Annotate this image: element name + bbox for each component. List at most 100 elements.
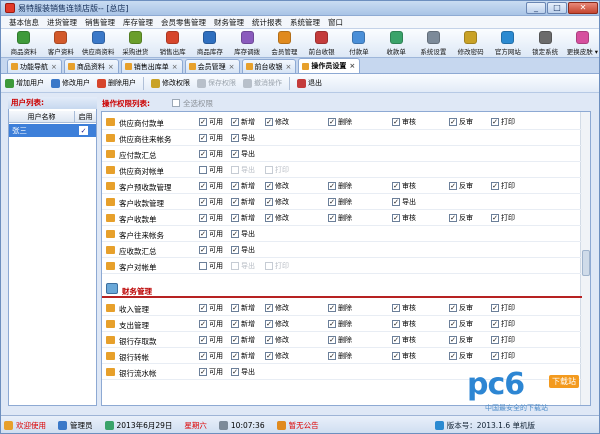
permission-checkbox[interactable]: ✓ 导出: [231, 149, 255, 159]
permission-checkbox[interactable]: ✓ 可用: [199, 335, 223, 345]
permission-checkbox[interactable]: 可用: [199, 165, 223, 175]
menu-item[interactable]: 统计报表: [248, 17, 286, 28]
permission-checkbox[interactable]: ✓ 审核: [392, 335, 416, 345]
permission-checkbox[interactable]: ✓ 打印: [491, 319, 515, 329]
permission-checkbox[interactable]: ✓ 打印: [491, 303, 515, 313]
permission-checkbox[interactable]: ✓ 反审: [449, 335, 473, 345]
permission-checkbox[interactable]: ✓ 删除: [328, 351, 352, 361]
menu-item[interactable]: 进货管理: [43, 17, 81, 28]
edit-user-button[interactable]: 修改用户: [51, 78, 90, 88]
save-permission-button[interactable]: 保存权限: [197, 78, 236, 88]
menu-item[interactable]: 销售管理: [81, 17, 119, 28]
permission-checkbox[interactable]: ✓ 删除: [328, 117, 352, 127]
permission-checkbox[interactable]: ✓ 导出: [231, 245, 255, 255]
permission-checkbox[interactable]: ✓ 审核: [392, 117, 416, 127]
tab[interactable]: 商品资料 ×: [63, 59, 119, 73]
tab[interactable]: 会员管理 ×: [184, 59, 240, 73]
permission-checkbox[interactable]: ✓ 修改: [265, 181, 289, 191]
permission-checkbox[interactable]: ✓ 修改: [265, 117, 289, 127]
permission-checkbox[interactable]: ✓ 可用: [199, 245, 223, 255]
tab-close-icon[interactable]: ×: [349, 62, 355, 70]
permission-checkbox[interactable]: ✓ 反审: [449, 351, 473, 361]
maximize-button[interactable]: □: [547, 2, 567, 14]
permission-checkbox[interactable]: 导出: [231, 261, 255, 271]
permission-checkbox[interactable]: ✓ 新增: [231, 117, 255, 127]
permission-checkbox[interactable]: ✓ 修改: [265, 335, 289, 345]
permission-checkbox[interactable]: ✓ 反审: [449, 303, 473, 313]
toolbar-button[interactable]: 系统设置: [415, 29, 452, 58]
permission-checkbox[interactable]: ✓ 反审: [449, 319, 473, 329]
minimize-button[interactable]: _: [526, 2, 546, 14]
menu-item[interactable]: 财务管理: [210, 17, 248, 28]
permission-checkbox[interactable]: ✓ 可用: [199, 319, 223, 329]
permission-checkbox[interactable]: 打印: [265, 165, 289, 175]
permission-checkbox[interactable]: ✓ 新增: [231, 213, 255, 223]
tab-close-icon[interactable]: ×: [51, 63, 57, 71]
tab-close-icon[interactable]: ×: [108, 63, 114, 71]
permission-checkbox[interactable]: ✓ 删除: [328, 197, 352, 207]
user-row[interactable]: 张三 ✓: [9, 124, 96, 137]
permission-checkbox[interactable]: ✓ 修改: [265, 213, 289, 223]
tab[interactable]: 功能导航 ×: [7, 59, 62, 73]
tab[interactable]: 前台收银 ×: [241, 59, 297, 73]
permission-checkbox[interactable]: ✓ 新增: [231, 303, 255, 313]
toolbar-button[interactable]: 库存调拨: [229, 29, 266, 58]
permission-checkbox[interactable]: 导出: [231, 165, 255, 175]
exit-button[interactable]: 退出: [297, 78, 322, 88]
permission-checkbox[interactable]: ✓ 新增: [231, 335, 255, 345]
permission-checkbox[interactable]: ✓ 反审: [449, 181, 473, 191]
permission-checkbox[interactable]: ✓ 反审: [449, 213, 473, 223]
toolbar-button[interactable]: 前台收银: [303, 29, 340, 58]
toolbar-button[interactable]: 收款单: [378, 29, 415, 58]
user-enabled-checkbox[interactable]: ✓: [79, 126, 88, 135]
permission-checkbox[interactable]: ✓ 可用: [199, 149, 223, 159]
toolbar-button[interactable]: 会员管理: [266, 29, 303, 58]
add-user-button[interactable]: 增加用户: [5, 78, 44, 88]
permission-checkbox[interactable]: ✓ 删除: [328, 181, 352, 191]
scrollbar-thumb[interactable]: [582, 250, 590, 276]
toolbar-button[interactable]: 销售出库: [154, 29, 191, 58]
permission-checkbox[interactable]: ✓ 打印: [491, 117, 515, 127]
permission-checkbox[interactable]: ✓ 导出: [231, 133, 255, 143]
edit-permission-button[interactable]: 修改权限: [151, 78, 190, 88]
toolbar-button[interactable]: 官方网站: [489, 29, 526, 58]
permission-checkbox[interactable]: ✓ 可用: [199, 181, 223, 191]
toolbar-button[interactable]: 付款单: [340, 29, 377, 58]
permission-checkbox[interactable]: ✓ 审核: [392, 303, 416, 313]
permission-checkbox[interactable]: ✓ 新增: [231, 351, 255, 361]
permission-checkbox[interactable]: ✓ 可用: [199, 197, 223, 207]
permission-checkbox[interactable]: ✓ 审核: [392, 181, 416, 191]
permission-checkbox[interactable]: ✓ 打印: [491, 335, 515, 345]
tab-close-icon[interactable]: ×: [286, 63, 292, 71]
permission-checkbox[interactable]: ✓ 审核: [392, 319, 416, 329]
permission-checkbox[interactable]: ✓ 可用: [199, 367, 223, 377]
permission-checkbox[interactable]: 可用: [199, 261, 223, 271]
permission-checkbox[interactable]: ✓ 可用: [199, 303, 223, 313]
permission-checkbox[interactable]: ✓ 修改: [265, 197, 289, 207]
permission-checkbox[interactable]: ✓ 修改: [265, 319, 289, 329]
select-all-checkbox[interactable]: 全选权限: [172, 98, 213, 109]
permission-checkbox[interactable]: ✓ 删除: [328, 335, 352, 345]
tab-close-icon[interactable]: ×: [172, 63, 178, 71]
permission-checkbox[interactable]: ✓ 修改: [265, 351, 289, 361]
menu-item[interactable]: 基本信息: [5, 17, 43, 28]
toolbar-button[interactable]: 供应商资料: [80, 29, 117, 58]
permission-checkbox[interactable]: ✓ 可用: [199, 117, 223, 127]
toolbar-button[interactable]: 更换皮肤: [564, 29, 599, 58]
permission-checkbox[interactable]: ✓ 可用: [199, 133, 223, 143]
permission-checkbox[interactable]: ✓ 可用: [199, 351, 223, 361]
toolbar-button[interactable]: 采购进货: [117, 29, 154, 58]
permission-checkbox[interactable]: ✓ 可用: [199, 213, 223, 223]
permission-checkbox[interactable]: ✓ 新增: [231, 197, 255, 207]
tab-close-icon[interactable]: ×: [229, 63, 235, 71]
toolbar-button[interactable]: 商品库存: [191, 29, 228, 58]
menu-item[interactable]: 库存管理: [119, 17, 157, 28]
permission-checkbox[interactable]: ✓ 审核: [392, 213, 416, 223]
menu-item[interactable]: 系统管理: [286, 17, 324, 28]
tab[interactable]: 操作员设置 ×: [298, 58, 361, 73]
permission-checkbox[interactable]: ✓ 反审: [449, 117, 473, 127]
toolbar-button[interactable]: 商品资料: [5, 29, 42, 58]
cancel-operation-button[interactable]: 撤消操作: [243, 78, 282, 88]
permission-checkbox[interactable]: ✓ 导出: [231, 367, 255, 377]
permission-checkbox[interactable]: ✓ 删除: [328, 319, 352, 329]
